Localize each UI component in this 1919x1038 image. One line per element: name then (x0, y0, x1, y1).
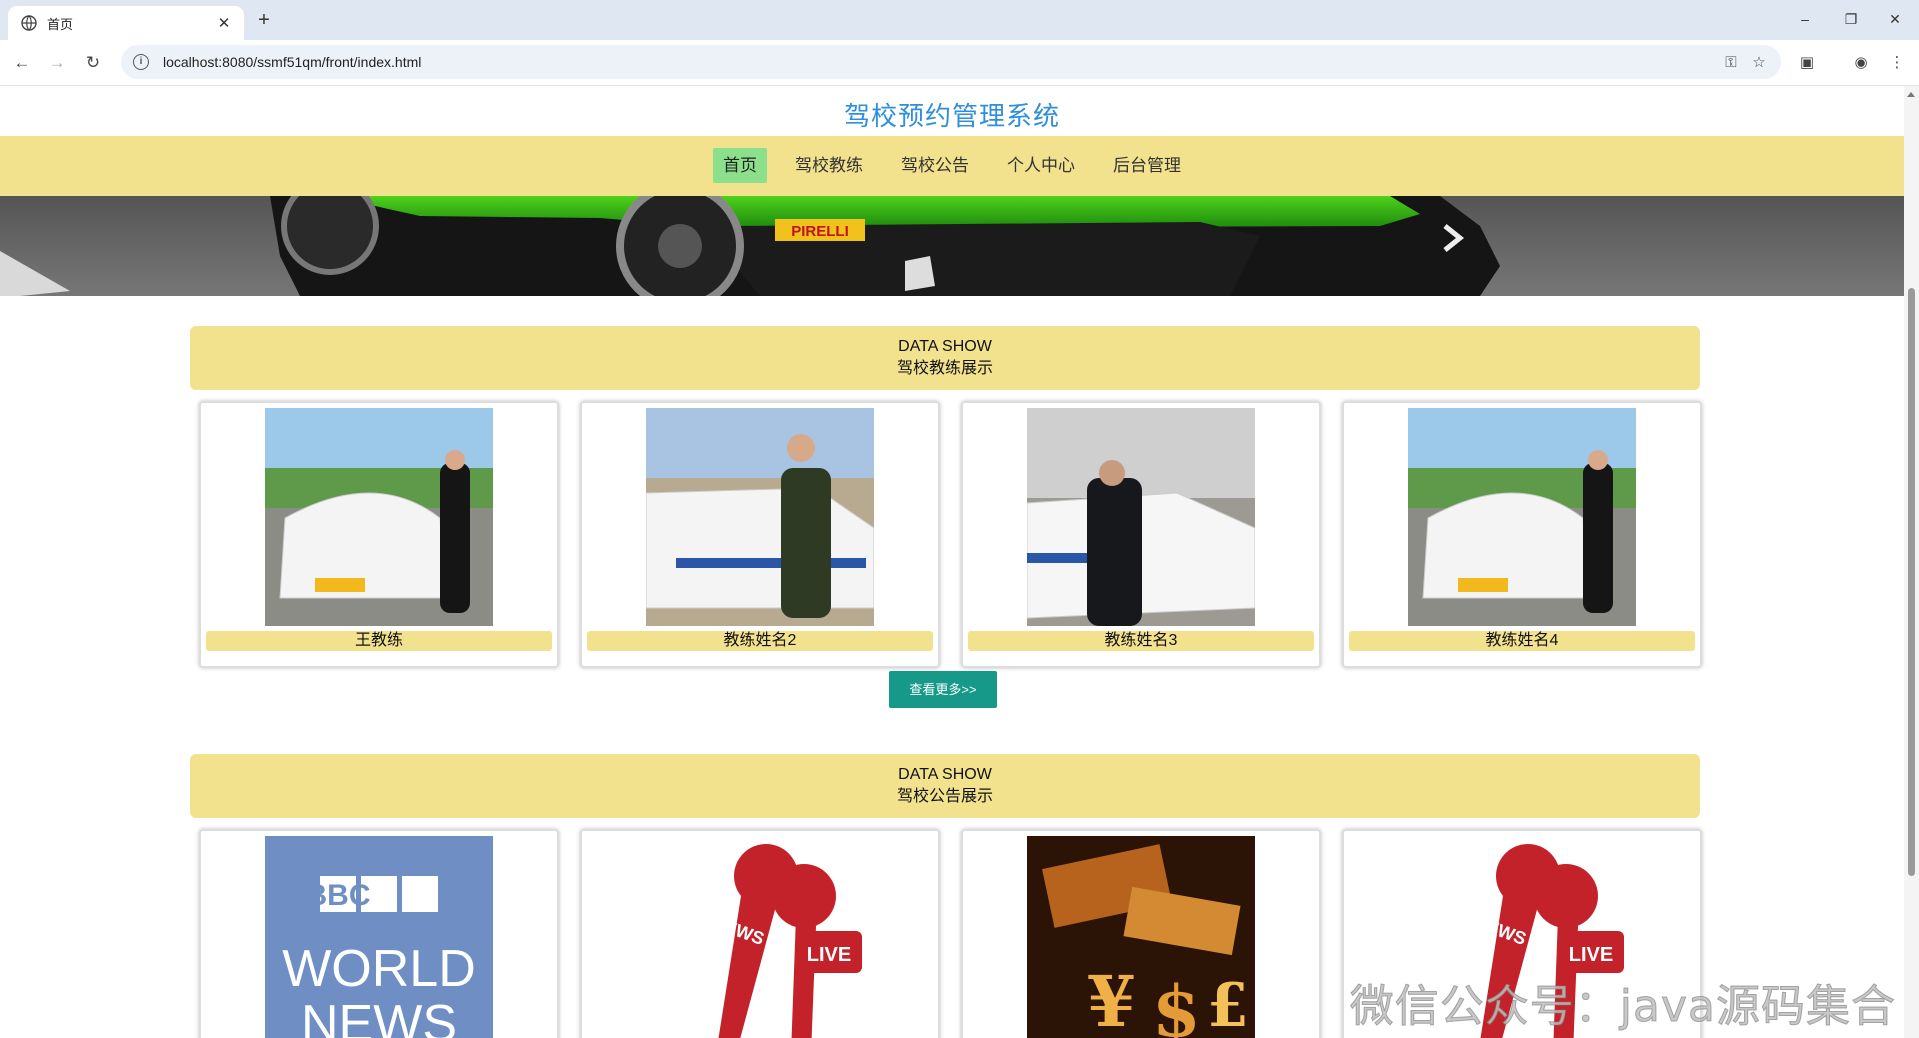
coach-card[interactable]: 教练姓名4 (1342, 401, 1702, 668)
site-title: 驾校预约管理系统 (843, 101, 1060, 131)
tab-title: 首页 (47, 16, 74, 32)
coach-section-title-en: DATA SHOW (898, 338, 992, 355)
reload-icon[interactable]: ↻ (80, 50, 106, 76)
coach-photo[interactable] (1408, 408, 1636, 626)
notice-section-title-cn: 驾校公告展示 (896, 788, 993, 805)
notice-card[interactable]: ¥ $ £ (961, 829, 1321, 1038)
bookmark-star-icon[interactable]: ☆ (1745, 53, 1773, 71)
nav-item-coaches[interactable]: 驾校教练 (785, 148, 873, 183)
coach-card[interactable]: 教练姓名3 (961, 401, 1321, 668)
coach-card[interactable]: 教练姓名2 (580, 401, 940, 668)
nav-item-home[interactable]: 首页 (713, 148, 767, 183)
coach-name: 教练姓名2 (587, 631, 933, 651)
menu-dots-icon[interactable]: ⋮ (1884, 50, 1910, 76)
notice-section-title-en: DATA SHOW (898, 766, 992, 783)
news-live-mic-image[interactable]: LIVE NEWS (646, 836, 874, 1038)
coach-name: 教练姓名3 (968, 631, 1314, 651)
svg-text:£: £ (1207, 971, 1249, 1038)
site-info-icon[interactable]: i (133, 54, 149, 70)
address-bar[interactable]: i localhost:8080/ssmf51qm/front/index.ht… (121, 45, 1781, 79)
coach-card[interactable]: 王教练 (199, 401, 559, 668)
close-window-button[interactable]: ✕ (1878, 6, 1912, 32)
hero-banner-image: PIRELLI (0, 196, 1904, 296)
nav-item-notices[interactable]: 驾校公告 (891, 148, 979, 183)
svg-text:BBC: BBC (306, 879, 371, 912)
svg-text:PIRELLI: PIRELLI (791, 223, 849, 240)
svg-text:LIVE: LIVE (807, 944, 851, 966)
scroll-up-icon[interactable] (1907, 92, 1915, 97)
key-icon[interactable]: ⚿ (1717, 54, 1745, 71)
notice-card[interactable]: LIVE NEWS (580, 829, 940, 1038)
coach-section-title-cn: 驾校教练展示 (896, 360, 993, 377)
notice-section-header: DATA SHOW 驾校公告展示 (190, 754, 1700, 818)
browser-chrome: 首页 ✕ + – ❐ ✕ ← → ↻ i localhost:8080/ssmf… (0, 0, 1919, 86)
view-more-button[interactable]: 查看更多>> (889, 671, 997, 708)
coach-name: 教练姓名4 (1349, 631, 1695, 651)
page-viewport: 驾校预约管理系统 首页 驾校教练 驾校公告 个人中心 后台管理 PIRELLI … (0, 86, 1904, 1038)
back-arrow-icon[interactable]: ← (9, 50, 35, 76)
forward-arrow-icon[interactable]: → (44, 50, 70, 76)
minimize-button[interactable]: – (1788, 6, 1822, 32)
new-tab-button[interactable]: + (253, 8, 275, 32)
svg-text:¥: ¥ (1087, 960, 1136, 1038)
coach-photo[interactable] (265, 408, 493, 626)
coach-photo[interactable] (1027, 408, 1255, 626)
profile-icon[interactable]: ◉ (1848, 50, 1874, 76)
restore-button[interactable]: ❐ (1834, 6, 1868, 32)
globe-icon (21, 15, 37, 31)
coach-section-header: DATA SHOW 驾校教练展示 (190, 326, 1700, 390)
watermark: 微信公众号：java源码集合 (1349, 981, 1896, 1033)
nav-menu: 首页 驾校教练 驾校公告 个人中心 后台管理 (0, 148, 1904, 183)
url-text[interactable]: localhost:8080/ssmf51qm/front/index.html (163, 54, 1717, 70)
nav-bar: 首页 驾校教练 驾校公告 个人中心 后台管理 (0, 136, 1904, 196)
svg-text:NEWS: NEWS (301, 995, 457, 1038)
svg-text:WORLD: WORLD (282, 940, 476, 998)
nav-item-profile[interactable]: 个人中心 (997, 148, 1085, 183)
page-scrollbar[interactable] (1904, 86, 1919, 1038)
nav-item-admin[interactable]: 后台管理 (1103, 148, 1191, 183)
coach-photo[interactable] (646, 408, 874, 626)
browser-toolbar: ← → ↻ i localhost:8080/ssmf51qm/front/in… (0, 40, 1919, 86)
coach-name: 王教练 (206, 631, 552, 651)
svg-text:LIVE: LIVE (1569, 944, 1613, 966)
tab-search-icon[interactable]: ▣ (1794, 50, 1820, 76)
svg-text:$: $ (1152, 970, 1201, 1038)
close-tab-icon[interactable]: ✕ (214, 14, 234, 32)
bbc-world-news-image[interactable]: BBC WORLD NEWS (265, 836, 493, 1038)
currency-symbols-image[interactable]: ¥ $ £ (1027, 836, 1255, 1038)
scrollbar-thumb[interactable] (1908, 288, 1915, 876)
tab-strip: 首页 ✕ + – ❐ ✕ (0, 0, 1919, 40)
browser-tab[interactable]: 首页 ✕ (8, 6, 244, 40)
notice-card[interactable]: BBC WORLD NEWS (199, 829, 559, 1038)
sports-car-illustration: PIRELLI (0, 196, 1904, 296)
